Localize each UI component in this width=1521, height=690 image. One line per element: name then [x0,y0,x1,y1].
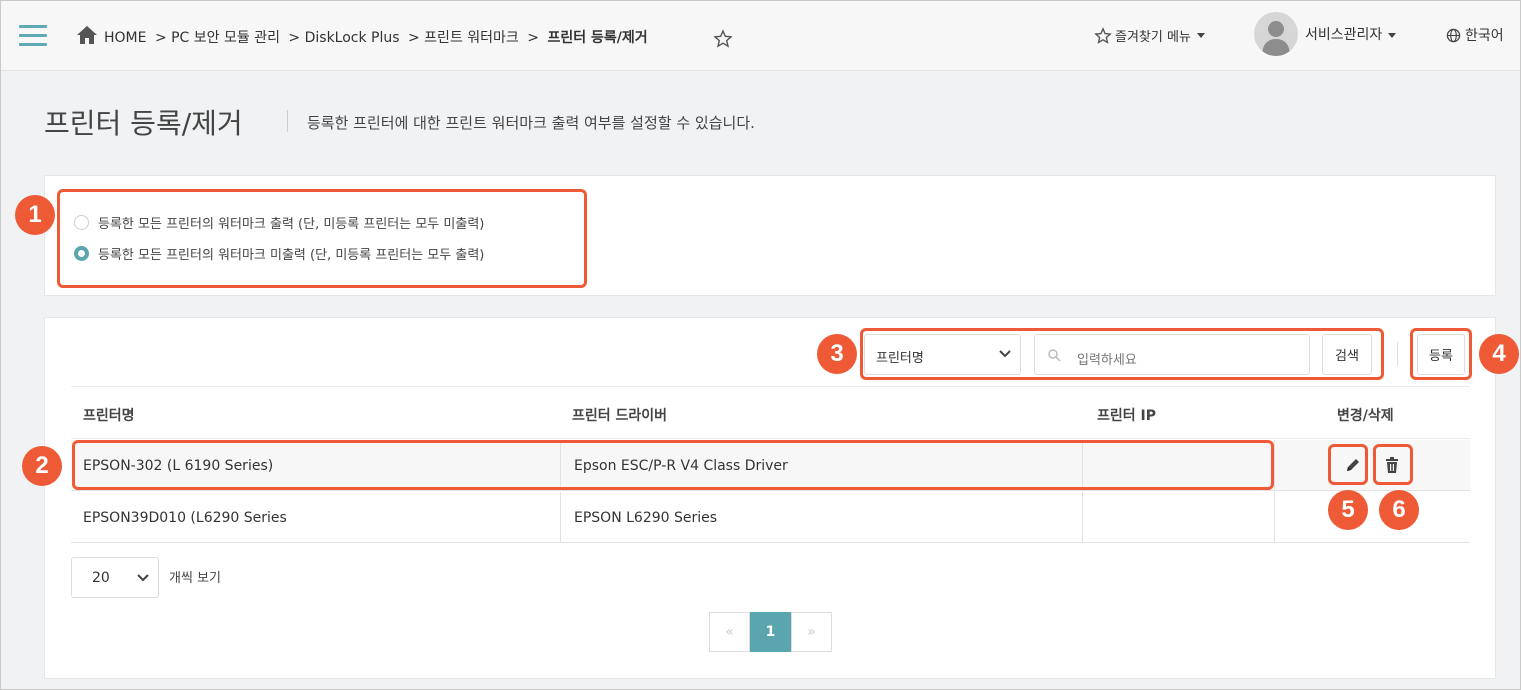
callout-badge-1: 1 [15,195,55,235]
callout-badge-6: 6 [1379,490,1419,530]
globe-icon [1446,28,1461,42]
column-divider [1274,440,1275,491]
favorite-star-icon[interactable] [713,29,733,49]
title-divider [287,110,288,132]
callout-box-delete [1373,444,1413,485]
callout-badge-5: 5 [1328,490,1368,530]
chevron-down-icon [1388,32,1397,38]
breadcrumb-print-watermark[interactable]: > 프린트 워터마크 [408,30,519,46]
star-outline-icon [1094,26,1112,44]
user-menu[interactable]: 서비스관리자 [1305,24,1397,44]
language-label: 한국어 [1465,28,1504,44]
page-title: 프린터 등록/제거 [44,107,243,140]
language-selector[interactable]: 한국어 [1446,25,1504,45]
next-page-button[interactable]: » [791,612,832,652]
printer-driver-cell: EPSON L6290 Series [574,509,718,526]
breadcrumb-separator: > [527,30,539,46]
callout-badge-4: 4 [1479,334,1519,374]
page-button-current[interactable]: 1 [750,612,791,652]
chevron-down-icon [137,574,149,582]
per-page-label: 개씩 보기 [169,571,221,586]
callout-badge-3: 3 [817,334,857,374]
per-page-value: 20 [92,570,110,586]
breadcrumb-disklock[interactable]: > DiskLock Plus [288,30,399,46]
toolbar-divider [1397,342,1398,366]
breadcrumb-pc-security[interactable]: > PC 보안 모듈 관리 [155,30,280,46]
user-name: 서비스관리자 [1305,27,1383,43]
column-header-name[interactable]: 프린터명 [83,405,135,425]
column-divider [1082,492,1083,543]
favorites-menu-label: 즐겨찾기 메뉴 [1115,30,1191,45]
pagination: « 1 » [709,612,832,652]
chevron-down-icon [1196,33,1205,38]
callout-box-row [72,440,1274,490]
table-row[interactable]: EPSON39D010 (L6290 Series EPSON L6290 Se… [71,492,1470,543]
page-description: 등록한 프린터에 대한 프린트 워터마크 출력 여부를 설정할 수 있습니다. [307,114,755,132]
breadcrumb-current: 프린터 등록/제거 [547,30,648,46]
column-header-driver[interactable]: 프린터 드라이버 [572,405,667,425]
column-divider [1274,492,1275,543]
prev-page-button[interactable]: « [709,612,750,652]
printer-name-cell: EPSON39D010 (L6290 Series [83,509,287,526]
column-header-actions: 변경/삭제 [1337,408,1394,424]
favorites-menu[interactable]: 즐겨찾기 메뉴 [1094,26,1205,45]
callout-badge-2: 2 [22,446,62,486]
callout-box-edit [1328,444,1368,485]
table-header: 프린터명 프린터 드라이버 프린터 IP 변경/삭제 [71,386,1470,439]
avatar[interactable] [1254,12,1298,56]
column-header-ip[interactable]: 프린터 IP [1097,405,1156,425]
breadcrumb: HOME > PC 보안 모듈 관리 > DiskLock Plus > 프린트… [104,27,652,47]
column-divider [560,492,561,543]
per-page-select[interactable]: 20 [71,557,159,598]
callout-box-options [57,189,587,288]
callout-box-register [1410,328,1472,380]
callout-box-search [860,328,1384,380]
menu-toggle-icon[interactable] [19,25,47,46]
breadcrumb-home[interactable]: HOME [104,30,146,46]
home-icon[interactable] [76,25,98,45]
user-silhouette-icon [1262,21,1290,56]
